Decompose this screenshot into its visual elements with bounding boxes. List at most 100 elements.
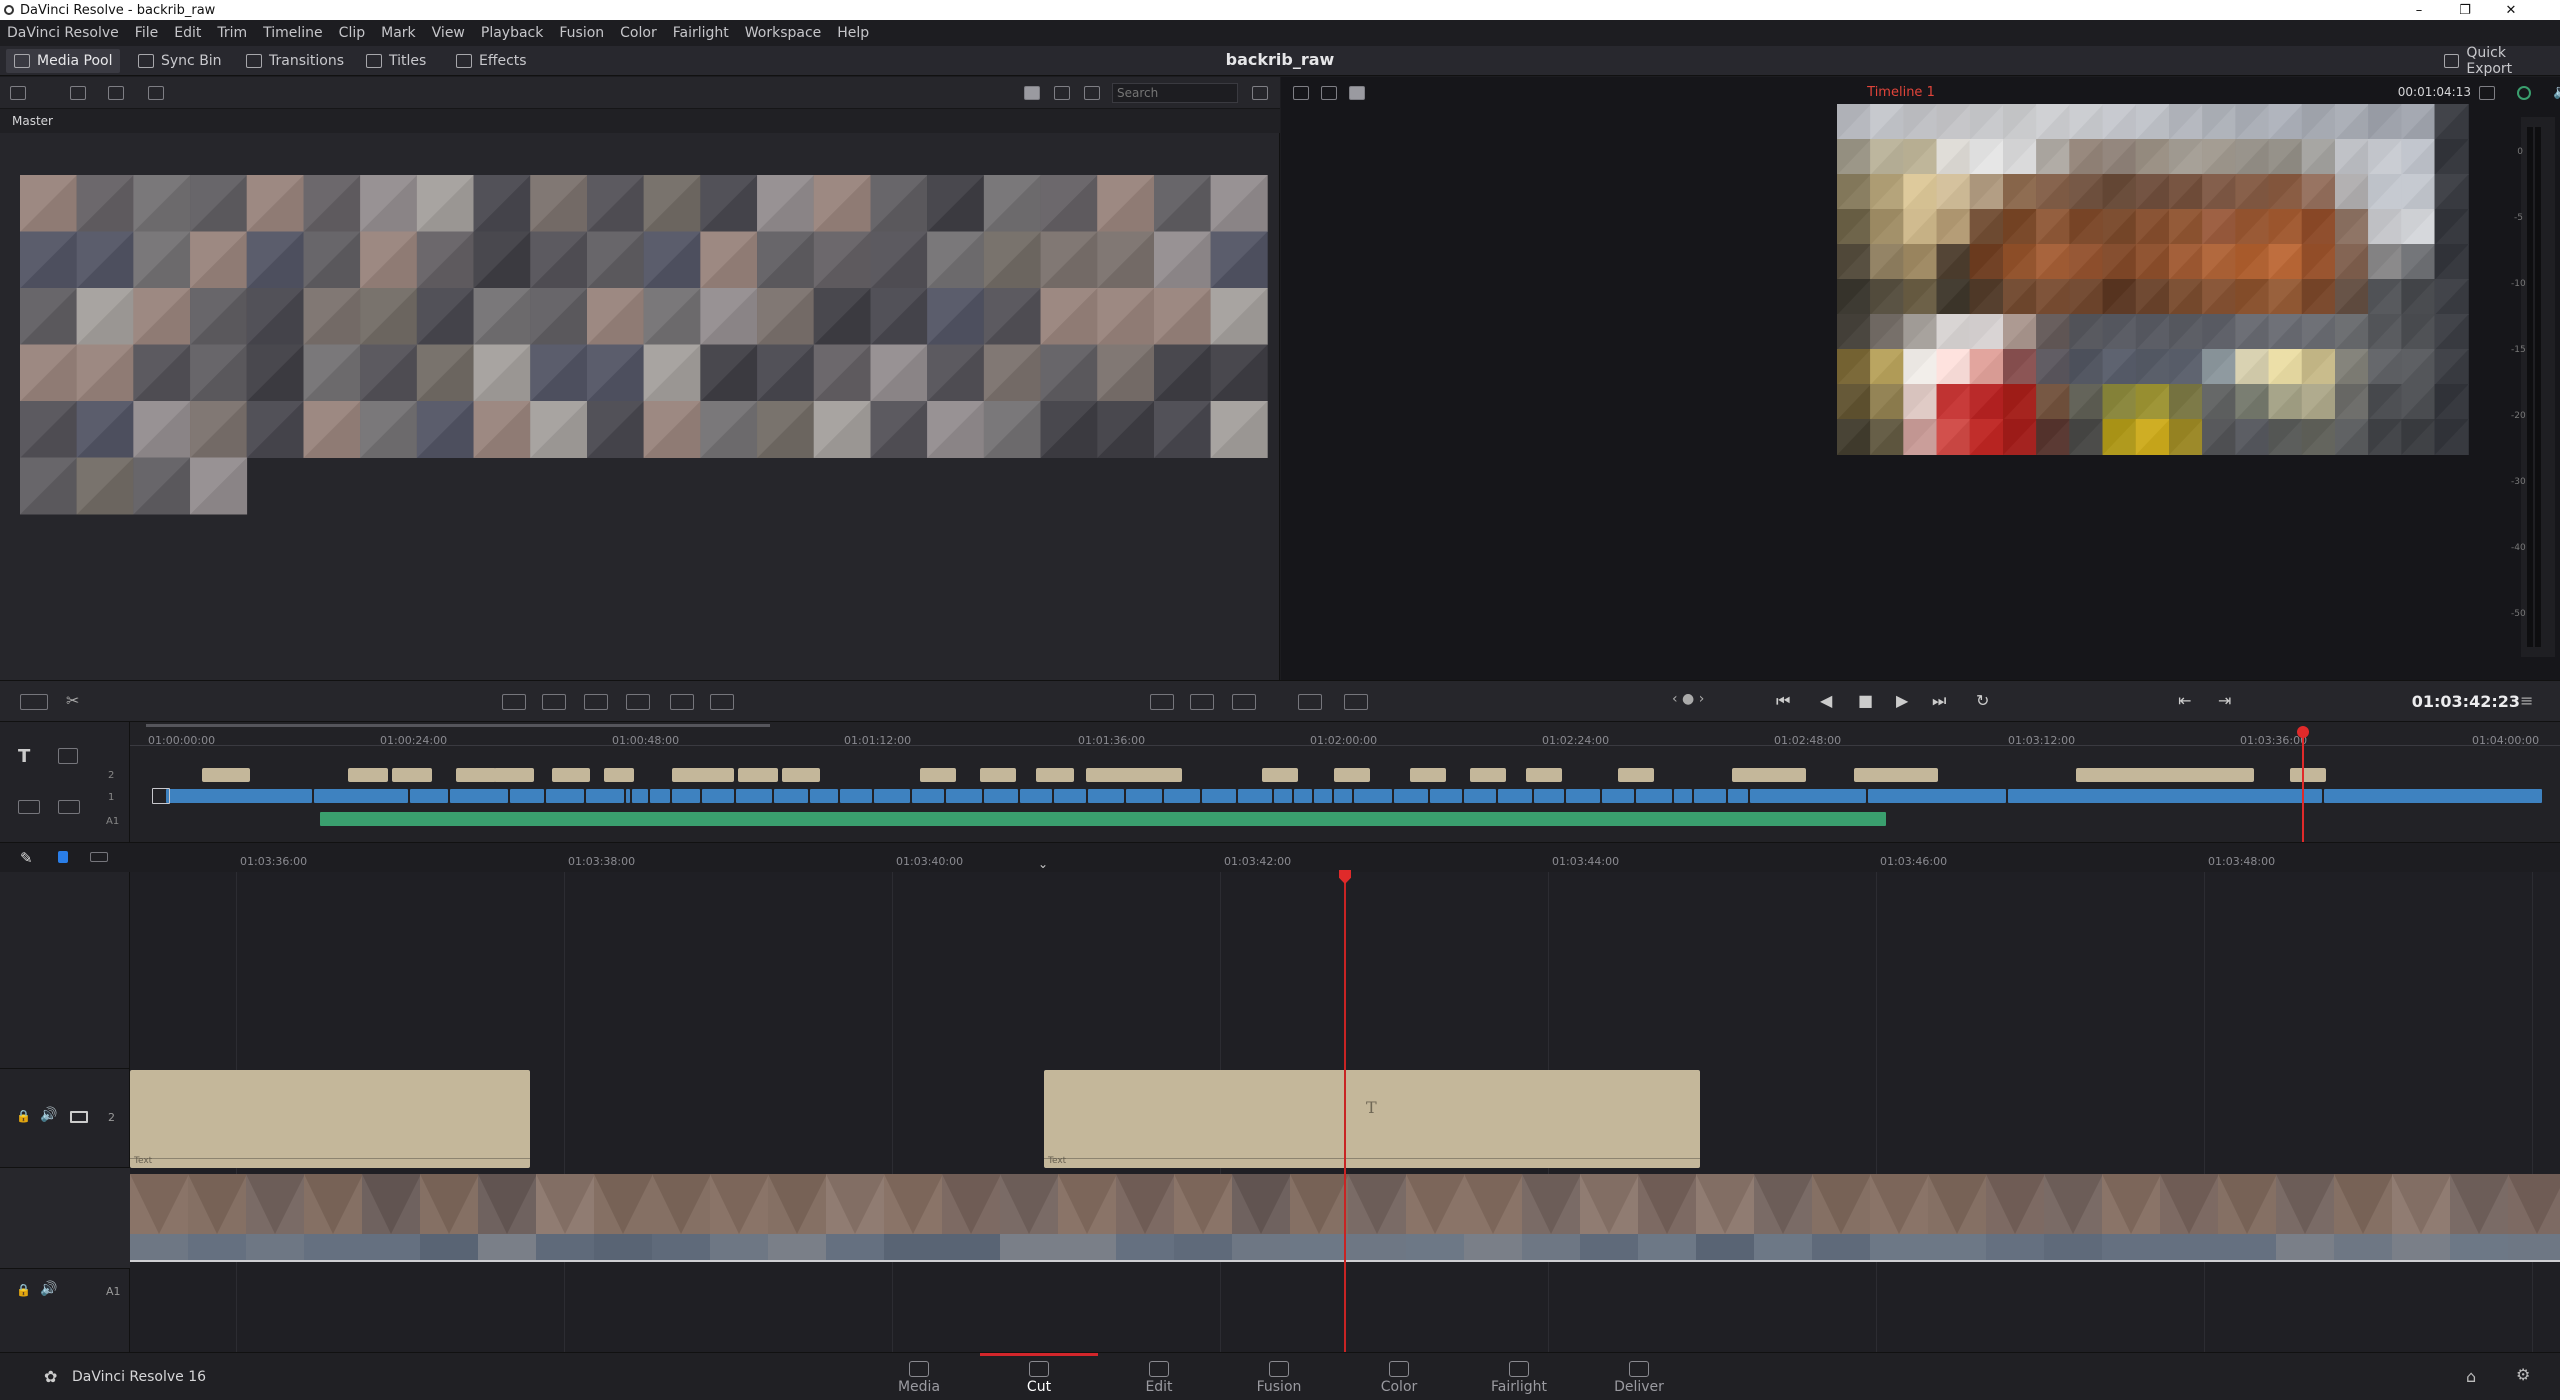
ripple-overwrite-button[interactable] (584, 694, 608, 710)
menu-view[interactable]: View (425, 25, 474, 41)
overview-video-clip[interactable] (1674, 789, 1692, 803)
gear-icon[interactable]: ⚙ (2516, 1365, 2530, 1384)
menu-clip[interactable]: Clip (332, 25, 374, 41)
timeline-options-icon[interactable]: ≡ (2520, 691, 2533, 710)
effects-button[interactable]: Effects (448, 49, 535, 73)
overview-video-clip[interactable] (1164, 789, 1200, 803)
menu-file[interactable]: File (128, 25, 167, 41)
overview-video-clip[interactable] (1750, 789, 1866, 803)
overview-video-clip[interactable] (1566, 789, 1600, 803)
smart-bin-icon[interactable] (108, 86, 124, 100)
overview-video-clip[interactable] (1602, 789, 1634, 803)
overview-video-clip[interactable] (1202, 789, 1236, 803)
overview-title-clip[interactable] (738, 768, 778, 782)
page-media-button[interactable]: Media (860, 1353, 978, 1400)
overview-title-clip[interactable] (1618, 768, 1654, 782)
overview-video-clip[interactable] (650, 789, 670, 803)
overview-audio-clip[interactable] (320, 812, 1886, 826)
overview-title-clip[interactable] (348, 768, 388, 782)
quick-export-button[interactable]: Quick Export (2436, 45, 2560, 77)
speaker-icon[interactable]: 🔈 (2553, 84, 2560, 100)
smart-insert-icon[interactable] (20, 694, 48, 710)
page-deliver-button[interactable]: Deliver (1580, 1353, 1698, 1400)
append-button[interactable] (542, 694, 566, 710)
overview-clip-selected[interactable] (152, 788, 170, 804)
overview-video-clip[interactable] (1694, 789, 1726, 803)
mark-in-icon[interactable]: ⇤ (2178, 691, 2191, 710)
overview-video-clip[interactable] (1728, 789, 1748, 803)
overview-playhead-handle[interactable] (2297, 726, 2309, 738)
speaker-icon[interactable]: 🔊 (40, 1107, 57, 1123)
page-cut-button[interactable]: Cut (980, 1353, 1098, 1400)
titles-button[interactable]: Titles (358, 49, 434, 73)
text-clip[interactable]: Text T (1044, 1070, 1700, 1168)
overview-title-clip[interactable] (552, 768, 590, 782)
scissors-icon[interactable]: ✂ (66, 691, 79, 710)
overview-video-clip[interactable] (1126, 789, 1162, 803)
audio-view-button[interactable] (1232, 694, 1256, 710)
overview-title-clip[interactable] (782, 768, 820, 782)
home-icon[interactable]: ⌂ (2466, 1367, 2476, 1386)
loop-icon[interactable]: ↻ (1976, 691, 1989, 710)
overview-video-clip[interactable] (510, 789, 544, 803)
place-on-top-button[interactable] (670, 694, 694, 710)
close-button[interactable]: ✕ (2488, 0, 2534, 20)
search-input[interactable] (1112, 83, 1238, 103)
overview-video-clip[interactable] (1314, 789, 1332, 803)
maximize-button[interactable]: ❐ (2442, 0, 2488, 20)
viewer-image[interactable] (1281, 104, 2560, 680)
filmstrip-view-icon[interactable] (1054, 86, 1070, 100)
page-fusion-button[interactable]: Fusion (1220, 1353, 1338, 1400)
menu-fusion[interactable]: Fusion (552, 25, 613, 41)
overview-video-clip[interactable] (546, 789, 584, 803)
menu-workspace[interactable]: Workspace (738, 25, 831, 41)
menu-fairlight[interactable]: Fairlight (666, 25, 738, 41)
menu-playback[interactable]: Playback (474, 25, 552, 41)
overview-title-clip[interactable] (604, 768, 634, 782)
overview-video-clip[interactable] (1636, 789, 1672, 803)
viewer-mode-icon-3[interactable] (1349, 86, 1365, 100)
new-bin-icon[interactable] (70, 86, 86, 100)
overview-video-clip[interactable] (1394, 789, 1428, 803)
text-clip[interactable]: Text (130, 1070, 530, 1168)
menu-timeline[interactable]: Timeline (256, 25, 332, 41)
clip-thumbnail-grid[interactable] (20, 175, 1268, 515)
panel-toggle-icon[interactable] (10, 86, 26, 100)
refresh-icon[interactable] (148, 86, 164, 100)
go-to-end-icon[interactable]: ⏭ (1932, 691, 1946, 711)
detail-ruler[interactable]: 01:03:36:00 01:03:38:00 01:03:40:00 01:0… (130, 843, 2560, 873)
viewer-mode-icon-2[interactable] (1321, 86, 1337, 100)
title-tool-icon[interactable]: T (18, 746, 30, 767)
thumbnail-view-icon[interactable] (1024, 86, 1040, 100)
overview-video-clip[interactable] (874, 789, 910, 803)
overview-video-clip[interactable] (840, 789, 872, 803)
snapping-icon[interactable]: ✎ (20, 849, 33, 867)
lock-icon[interactable]: 🔒 (16, 1283, 31, 1297)
overview-video-clip[interactable] (410, 789, 448, 803)
overview-video-clip[interactable] (810, 789, 838, 803)
overview-video-clip[interactable] (912, 789, 944, 803)
overview-video-clip[interactable] (1294, 789, 1312, 803)
audio-track-icon[interactable] (90, 852, 108, 862)
play-icon[interactable]: ▶ (1896, 691, 1908, 710)
go-to-start-icon[interactable]: ⏮ (1776, 691, 1790, 711)
overview-scroll-bar[interactable] (146, 724, 770, 727)
mark-out-icon[interactable]: ⇥ (2218, 691, 2231, 710)
page-edit-button[interactable]: Edit (1100, 1353, 1218, 1400)
overview-video-clip[interactable] (1534, 789, 1564, 803)
stop-icon[interactable]: ■ (1858, 691, 1873, 710)
overview-title-clip[interactable] (2076, 768, 2254, 782)
timeline-view-button[interactable] (1190, 694, 1214, 710)
sync-icon[interactable] (2517, 86, 2531, 100)
overview-title-clip[interactable] (672, 768, 734, 782)
overview-video-clip[interactable] (1354, 789, 1392, 803)
overview-title-clip[interactable] (1410, 768, 1446, 782)
timeline-playhead[interactable] (1344, 872, 1346, 1352)
overview-video-clip[interactable] (166, 789, 312, 803)
safe-area-button[interactable] (1298, 694, 1322, 710)
overview-title-clip[interactable] (202, 768, 250, 782)
menu-davinci[interactable]: DaVinci Resolve (0, 25, 128, 41)
overview-video-clip[interactable] (1868, 789, 2006, 803)
overview-video-clip[interactable] (1238, 789, 1272, 803)
overview-track-v1[interactable] (0, 789, 2560, 803)
